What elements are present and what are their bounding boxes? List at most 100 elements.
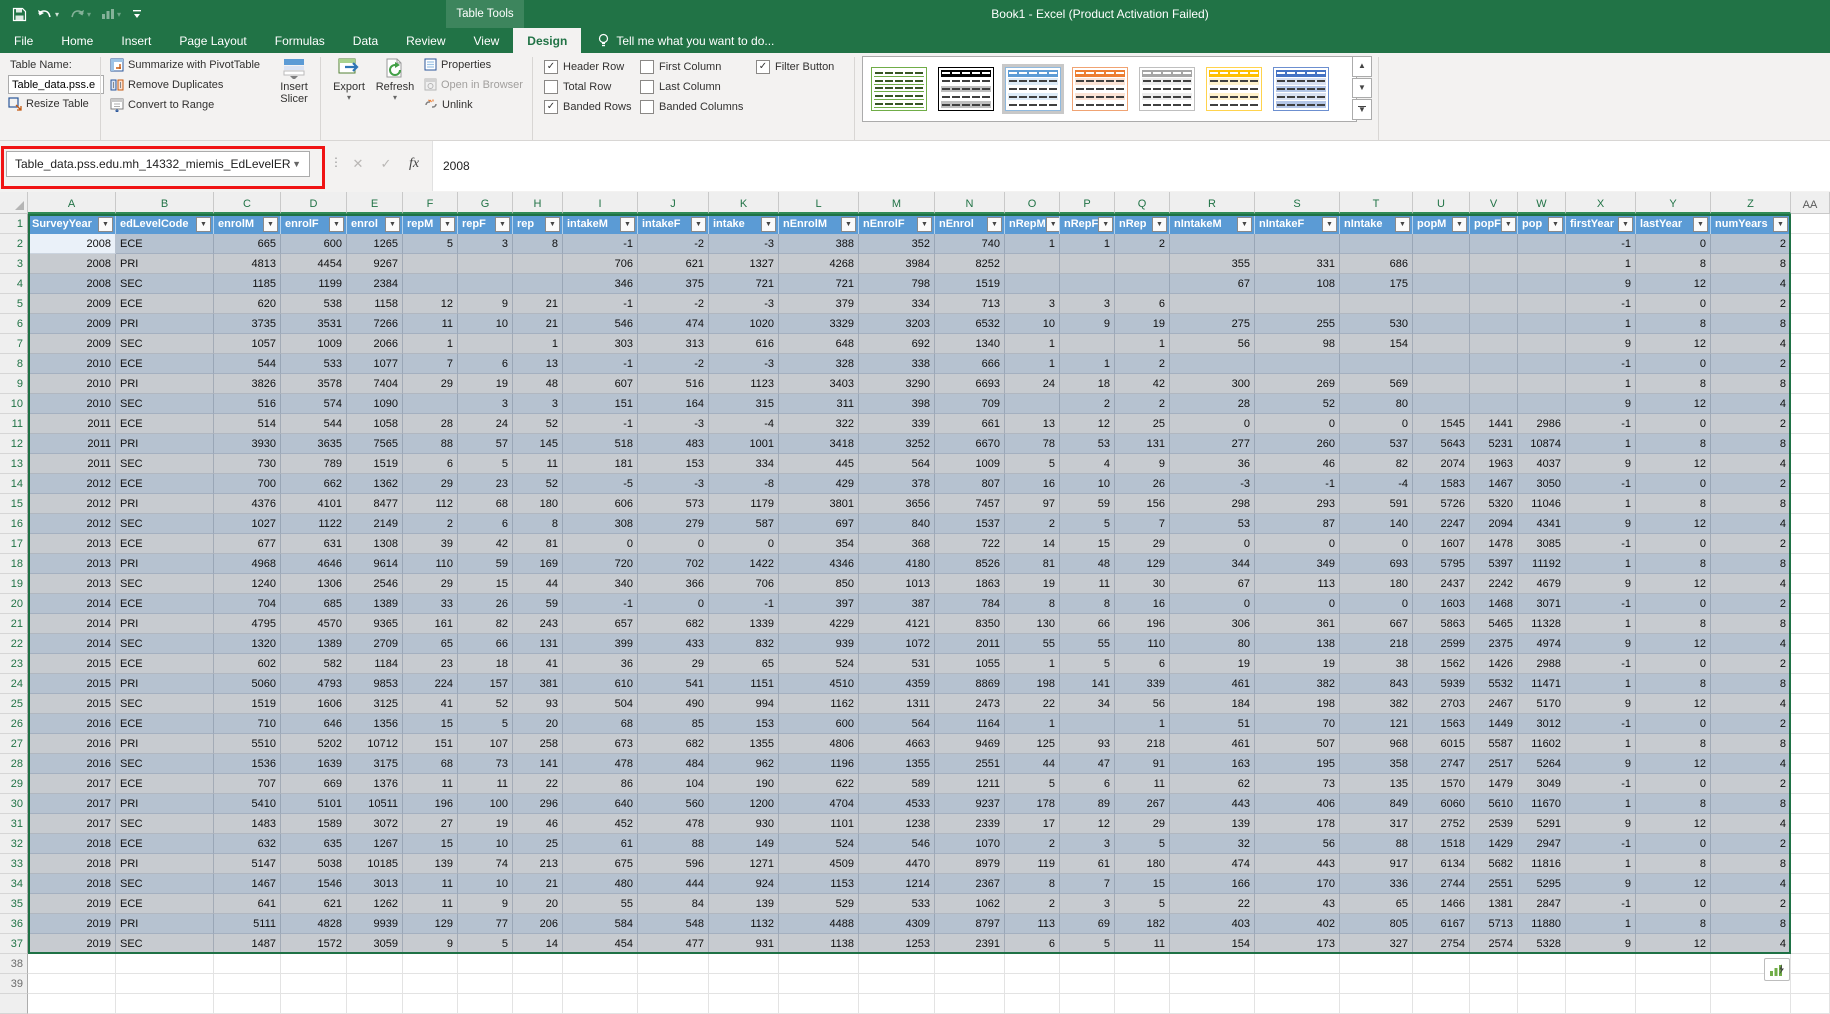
header-cell-numYears[interactable]: numYears▼ [1711,214,1791,234]
cell-pop[interactable]: 4037 [1518,454,1566,474]
cell-lastYear[interactable]: 12 [1636,454,1711,474]
cell-nIntake[interactable]: 968 [1340,734,1413,754]
cell-enrol[interactable]: 1090 [347,394,403,414]
cell-nEnrol[interactable]: 666 [935,354,1005,374]
cell-rep[interactable]: 48 [513,374,563,394]
cell-popM[interactable]: 2744 [1413,874,1470,894]
cell-SurveyYear[interactable]: 2015 [28,674,116,694]
column-header-Z[interactable]: Z [1711,192,1791,214]
cell-enrolF[interactable]: 538 [281,294,347,314]
column-header-B[interactable]: B [116,192,214,214]
cell-lastYear[interactable]: 8 [1636,254,1711,274]
cell-popM[interactable]: 1518 [1413,834,1470,854]
cell-enrolF[interactable]: 1572 [281,934,347,954]
cell-repM[interactable]: 88 [403,434,458,454]
cell-nIntake[interactable]: 358 [1340,754,1413,774]
empty-cell[interactable] [1791,994,1830,1014]
cell-enrol[interactable]: 9267 [347,254,403,274]
empty-cell[interactable] [1115,974,1170,994]
cell-intakeM[interactable]: 673 [563,734,638,754]
row-number[interactable]: 17 [0,534,28,554]
cell-popF[interactable]: 5320 [1470,494,1518,514]
empty-cell[interactable] [1791,934,1830,954]
cell-repM[interactable]: 112 [403,494,458,514]
cell-nEnrolM[interactable]: 1153 [779,874,859,894]
cell-enrolM[interactable]: 1240 [214,574,281,594]
cell-enrolM[interactable]: 632 [214,834,281,854]
filter-dropdown-icon[interactable]: ▼ [620,217,635,232]
cell-numYears[interactable]: 8 [1711,374,1791,394]
cell-nRep[interactable]: 267 [1115,794,1170,814]
cell-popM[interactable] [1413,254,1470,274]
column-header-X[interactable]: X [1566,192,1636,214]
cell-firstYear[interactable]: -1 [1566,774,1636,794]
cell-popF[interactable]: 5231 [1470,434,1518,454]
cell-edLevelCode[interactable]: PRI [116,254,214,274]
cell-repM[interactable]: 11 [403,894,458,914]
cell-repM[interactable]: 41 [403,694,458,714]
cell-pop[interactable]: 11670 [1518,794,1566,814]
cell-popM[interactable]: 6134 [1413,854,1470,874]
cell-rep[interactable]: 44 [513,574,563,594]
header-cell-nRepF[interactable]: nRepF▼ [1060,214,1115,234]
table-style-black[interactable] [935,64,997,114]
cell-nRep[interactable]: 129 [1115,554,1170,574]
cell-nEnrolM[interactable]: 4510 [779,674,859,694]
cell-SurveyYear[interactable]: 2012 [28,494,116,514]
cell-nEnrol[interactable]: 661 [935,414,1005,434]
cell-enrolF[interactable]: 1199 [281,274,347,294]
cell-nRepF[interactable] [1060,274,1115,294]
cell-enrolM[interactable]: 1185 [214,274,281,294]
cell-repF[interactable]: 68 [458,494,513,514]
cell-intake[interactable]: 930 [709,814,779,834]
cell-nIntakeM[interactable]: 51 [1170,714,1255,734]
cell-rep[interactable]: 52 [513,474,563,494]
cell-lastYear[interactable]: 12 [1636,874,1711,894]
empty-cell[interactable] [1791,474,1830,494]
cell-intakeF[interactable]: 366 [638,574,709,594]
filter-dropdown-icon[interactable]: ▼ [1452,217,1467,232]
convert-to-range-button[interactable]: Convert to Range [110,98,214,112]
cell-nRepM[interactable]: 1 [1005,654,1060,674]
cell-intakeF[interactable]: 682 [638,734,709,754]
cell-nIntakeM[interactable]: 344 [1170,554,1255,574]
cell-popM[interactable]: 5939 [1413,674,1470,694]
cell-repM[interactable]: 7 [403,354,458,374]
cell-nIntakeF[interactable]: 52 [1255,394,1340,414]
cell-SurveyYear[interactable]: 2013 [28,534,116,554]
row-number[interactable]: 34 [0,874,28,894]
empty-cell[interactable] [1170,954,1255,974]
cell-pop[interactable]: 10874 [1518,434,1566,454]
cell-intakeM[interactable]: 61 [563,834,638,854]
cell-intakeM[interactable]: 640 [563,794,638,814]
cell-numYears[interactable]: 2 [1711,534,1791,554]
cell-intakeM[interactable]: -1 [563,414,638,434]
cell-nIntakeM[interactable]: 184 [1170,694,1255,714]
cell-nRep[interactable]: 6 [1115,654,1170,674]
empty-cell[interactable] [1170,974,1255,994]
cell-firstYear[interactable]: -1 [1566,894,1636,914]
cell-repF[interactable]: 9 [458,894,513,914]
header-cell-popF[interactable]: popF▼ [1470,214,1518,234]
cell-repM[interactable]: 65 [403,634,458,654]
cell-edLevelCode[interactable]: SEC [116,934,214,954]
cell-enrol[interactable]: 7565 [347,434,403,454]
cell-pop[interactable]: 2947 [1518,834,1566,854]
cell-pop[interactable]: 4974 [1518,634,1566,654]
cell-numYears[interactable]: 2 [1711,774,1791,794]
cell-intake[interactable]: 1422 [709,554,779,574]
cell-popM[interactable] [1413,294,1470,314]
cell-nEnrolF[interactable]: 1013 [859,574,935,594]
cell-nRepM[interactable]: 97 [1005,494,1060,514]
cell-nIntake[interactable]: 805 [1340,914,1413,934]
row-number[interactable]: 37 [0,934,28,954]
header-cell-edLevelCode[interactable]: edLevelCode▼ [116,214,214,234]
cell-nEnrolF[interactable]: 368 [859,534,935,554]
cell-rep[interactable]: 1 [513,334,563,354]
cell-popF[interactable] [1470,374,1518,394]
cell-popF[interactable]: 2467 [1470,694,1518,714]
header-cell-nEnrolF[interactable]: nEnrolF▼ [859,214,935,234]
empty-cell[interactable] [1791,834,1830,854]
cell-nRep[interactable]: 131 [1115,434,1170,454]
tab-home[interactable]: Home [47,28,107,53]
